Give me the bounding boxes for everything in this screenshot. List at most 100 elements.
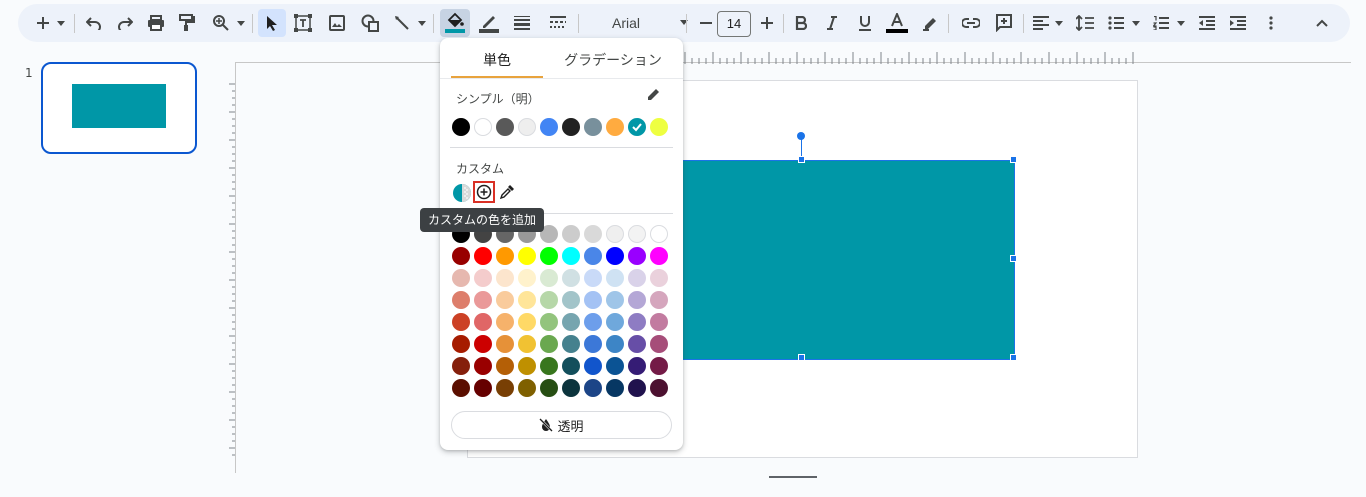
simple-color-swatch[interactable] <box>650 118 668 136</box>
redo-icon[interactable] <box>112 4 138 42</box>
palette-color-swatch[interactable] <box>474 291 492 309</box>
palette-color-swatch[interactable] <box>650 357 668 375</box>
palette-color-swatch[interactable] <box>562 313 580 331</box>
line-icon[interactable] <box>389 4 415 42</box>
palette-color-swatch[interactable] <box>606 269 624 287</box>
palette-color-swatch[interactable] <box>562 269 580 287</box>
palette-color-swatch[interactable] <box>452 247 470 265</box>
image-icon[interactable] <box>324 4 350 42</box>
palette-color-swatch[interactable] <box>474 269 492 287</box>
palette-color-swatch[interactable] <box>540 379 558 397</box>
palette-color-swatch[interactable] <box>518 335 536 353</box>
simple-color-swatch[interactable] <box>474 118 492 136</box>
palette-color-swatch[interactable] <box>518 247 536 265</box>
transparent-button[interactable]: 透明 <box>451 411 672 439</box>
resize-handle-bottom-right[interactable] <box>1010 354 1017 361</box>
dropdown-icon[interactable] <box>54 4 68 42</box>
zoom-icon[interactable] <box>208 4 234 42</box>
numbered-list-icon[interactable] <box>1148 4 1174 42</box>
palette-color-swatch[interactable] <box>496 357 514 375</box>
undo-icon[interactable] <box>81 4 107 42</box>
border-dash-icon[interactable] <box>545 4 571 42</box>
palette-color-swatch[interactable] <box>650 247 668 265</box>
palette-color-swatch[interactable] <box>650 379 668 397</box>
textbox-icon[interactable] <box>290 4 316 42</box>
bold-icon[interactable] <box>788 4 814 42</box>
font-size-input[interactable]: 14 <box>717 11 751 37</box>
palette-color-swatch[interactable] <box>628 291 646 309</box>
print-icon[interactable] <box>143 4 169 42</box>
palette-color-swatch[interactable] <box>584 247 602 265</box>
palette-color-swatch[interactable] <box>518 313 536 331</box>
palette-color-swatch[interactable] <box>606 247 624 265</box>
more-icon[interactable] <box>1258 4 1284 42</box>
palette-color-swatch[interactable] <box>518 357 536 375</box>
number-dropdown-icon[interactable] <box>1174 4 1188 42</box>
palette-color-swatch[interactable] <box>540 313 558 331</box>
palette-color-swatch[interactable] <box>584 357 602 375</box>
simple-color-swatch[interactable] <box>606 118 624 136</box>
palette-color-swatch[interactable] <box>562 379 580 397</box>
palette-color-swatch[interactable] <box>540 357 558 375</box>
palette-color-swatch[interactable] <box>518 379 536 397</box>
resize-handle-top[interactable] <box>798 156 805 163</box>
select-icon[interactable] <box>258 9 286 37</box>
palette-color-swatch[interactable] <box>496 313 514 331</box>
palette-color-swatch[interactable] <box>518 269 536 287</box>
palette-color-swatch[interactable] <box>452 269 470 287</box>
italic-icon[interactable] <box>819 4 845 42</box>
palette-color-swatch[interactable] <box>584 313 602 331</box>
resize-handle-bottom[interactable] <box>798 354 805 361</box>
speaker-notes-handle[interactable] <box>769 476 817 478</box>
palette-color-swatch[interactable] <box>650 225 668 243</box>
paint-format-icon[interactable] <box>174 4 200 42</box>
palette-color-swatch[interactable] <box>540 335 558 353</box>
zoom-dropdown-icon[interactable] <box>234 4 248 42</box>
palette-color-swatch[interactable] <box>540 247 558 265</box>
add-custom-color-button[interactable] <box>473 181 495 203</box>
font-family-select[interactable]: Arial <box>598 4 694 42</box>
palette-color-swatch[interactable] <box>452 379 470 397</box>
palette-color-swatch[interactable] <box>562 335 580 353</box>
simple-color-swatch[interactable] <box>628 118 646 136</box>
custom-color-swatch[interactable] <box>452 183 472 203</box>
border-weight-icon[interactable] <box>509 4 535 42</box>
palette-color-swatch[interactable] <box>628 335 646 353</box>
align-dropdown-icon[interactable] <box>1052 4 1066 42</box>
palette-color-swatch[interactable] <box>606 291 624 309</box>
increase-font-size-icon[interactable] <box>754 4 780 42</box>
decrease-indent-icon[interactable] <box>1194 4 1220 42</box>
palette-color-swatch[interactable] <box>628 379 646 397</box>
palette-color-swatch[interactable] <box>584 379 602 397</box>
palette-color-swatch[interactable] <box>474 357 492 375</box>
edit-theme-icon[interactable] <box>647 86 661 105</box>
resize-handle-top-right[interactable] <box>1010 156 1017 163</box>
line-spacing-icon[interactable] <box>1072 4 1098 42</box>
palette-color-swatch[interactable] <box>452 357 470 375</box>
palette-color-swatch[interactable] <box>452 291 470 309</box>
shape-icon[interactable] <box>357 4 383 42</box>
fill-color-icon[interactable] <box>440 9 470 37</box>
palette-color-swatch[interactable] <box>496 247 514 265</box>
palette-color-swatch[interactable] <box>650 313 668 331</box>
palette-color-swatch[interactable] <box>562 247 580 265</box>
palette-color-swatch[interactable] <box>584 269 602 287</box>
increase-indent-icon[interactable] <box>1225 4 1251 42</box>
palette-color-swatch[interactable] <box>474 247 492 265</box>
palette-color-swatch[interactable] <box>496 291 514 309</box>
palette-color-swatch[interactable] <box>452 313 470 331</box>
tab-gradient[interactable]: グラデーション <box>553 50 673 74</box>
line-dropdown-icon[interactable] <box>415 4 429 42</box>
palette-color-swatch[interactable] <box>584 335 602 353</box>
palette-color-swatch[interactable] <box>628 357 646 375</box>
rotation-handle[interactable] <box>797 132 805 140</box>
simple-color-swatch[interactable] <box>496 118 514 136</box>
simple-color-swatch[interactable] <box>518 118 536 136</box>
palette-color-swatch[interactable] <box>606 335 624 353</box>
palette-color-swatch[interactable] <box>628 247 646 265</box>
simple-color-swatch[interactable] <box>562 118 580 136</box>
slide-thumbnail[interactable] <box>41 62 197 154</box>
palette-color-swatch[interactable] <box>518 291 536 309</box>
palette-color-swatch[interactable] <box>628 313 646 331</box>
palette-color-swatch[interactable] <box>474 335 492 353</box>
